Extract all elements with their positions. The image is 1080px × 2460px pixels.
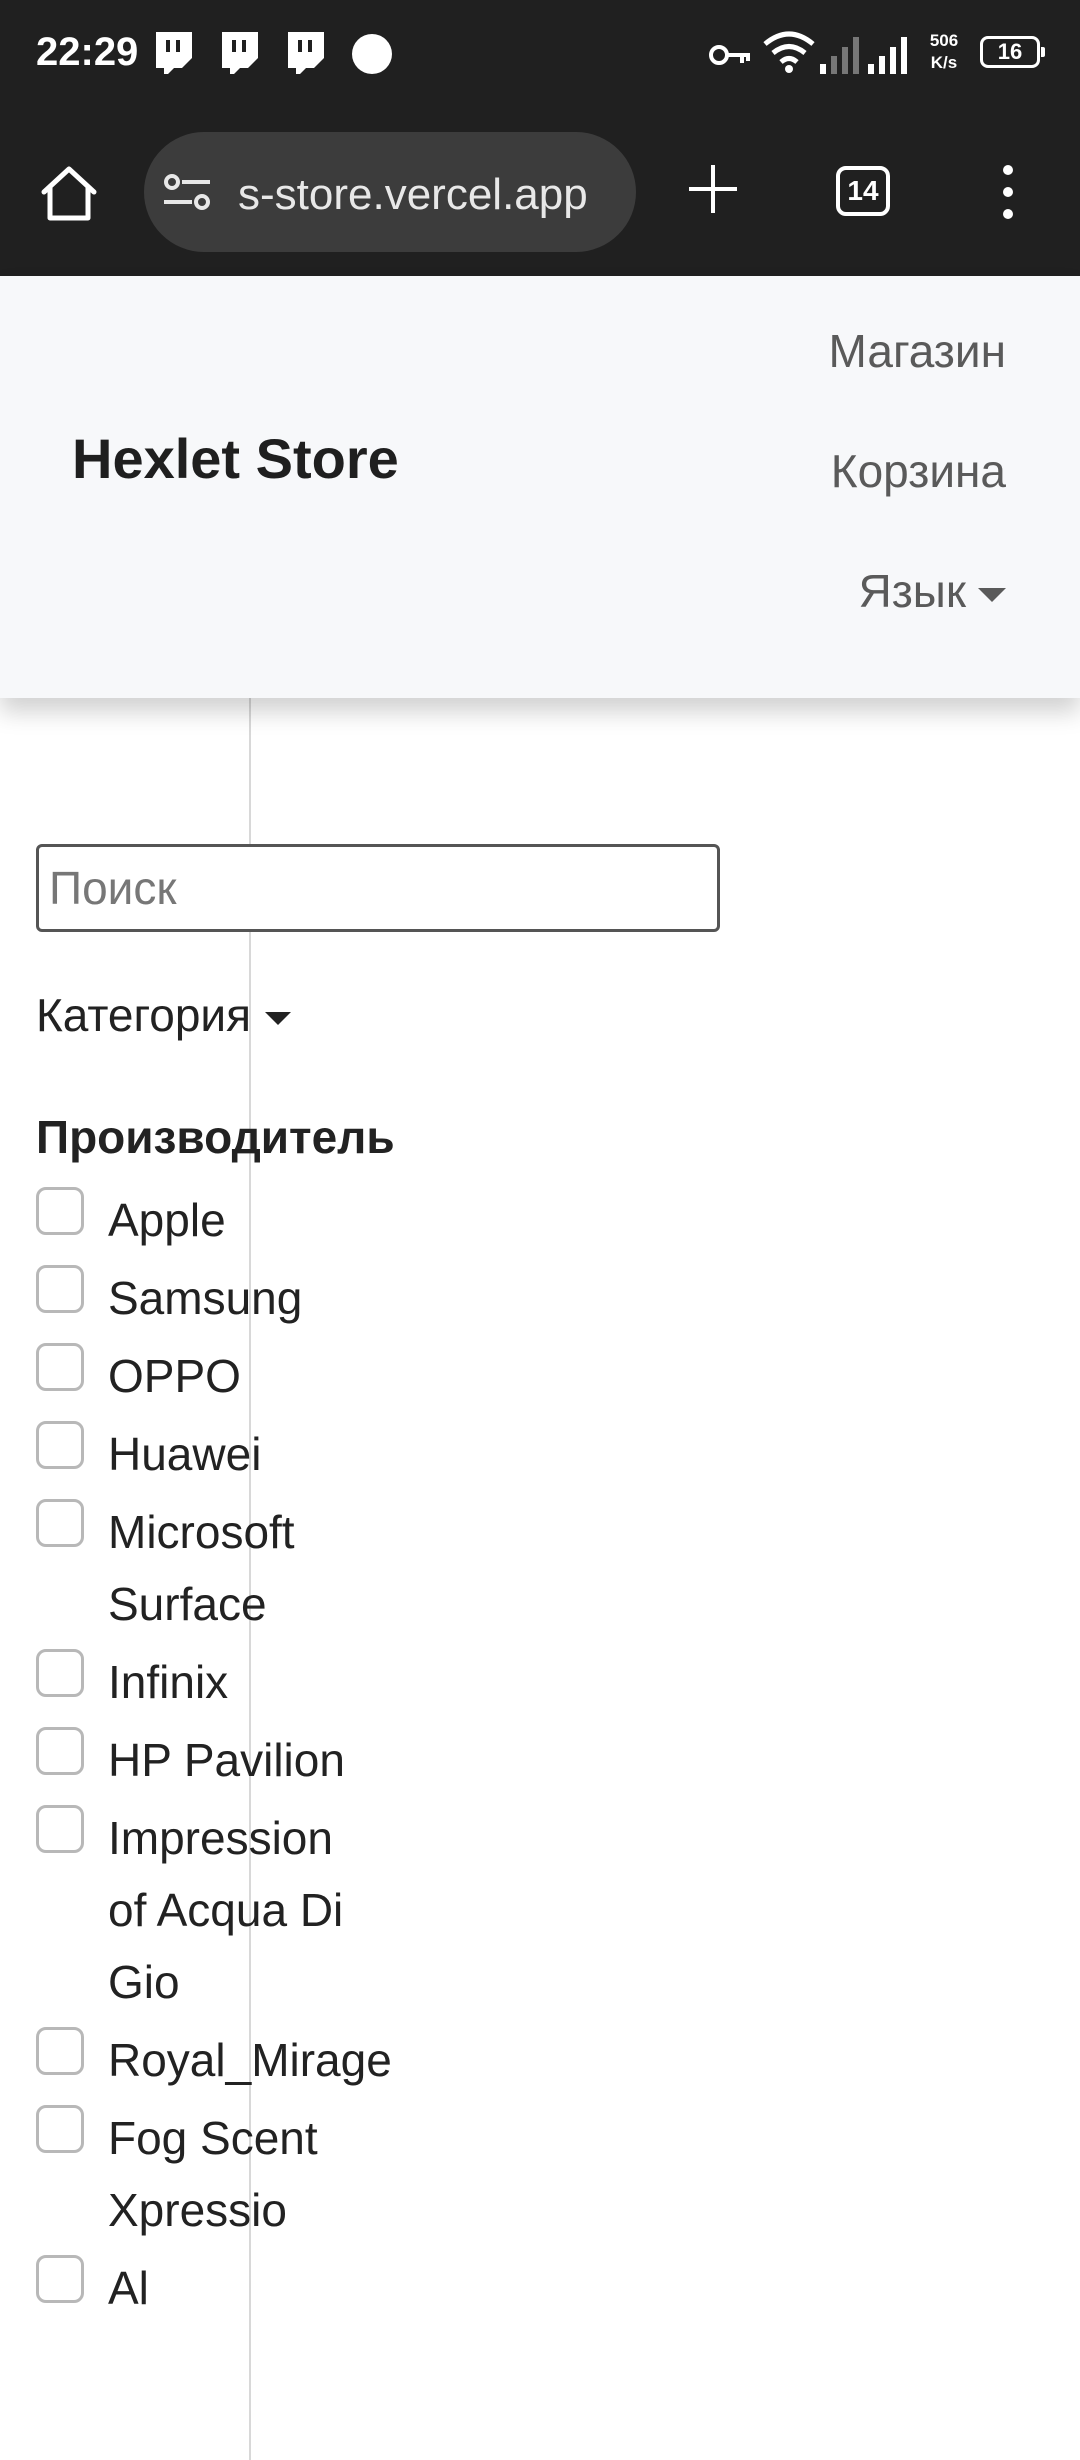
manufacturer-label[interactable]: Al <box>108 2252 368 2324</box>
nav-link-shop[interactable]: Магазин <box>829 324 1006 378</box>
language-dropdown[interactable]: Язык <box>858 564 1006 618</box>
manufacturer-label[interactable]: Royal_Mirage <box>108 2024 392 2096</box>
manufacturer-item-huawei[interactable]: Huawei <box>36 1418 436 1490</box>
browser-toolbar: s-store.vercel.app 14 <box>0 110 1080 276</box>
signal-strong-icon <box>868 37 907 74</box>
manufacturer-label[interactable]: Fog Scent Xpressio <box>108 2102 368 2246</box>
status-bar: 22:29 506 K/s 16 <box>0 0 1080 110</box>
address-bar[interactable]: s-store.vercel.app <box>144 132 636 252</box>
site-navbar: Hexlet Store Магазин Корзина Язык <box>0 276 1080 698</box>
brand-logo[interactable]: Hexlet Store <box>72 426 399 491</box>
home-icon[interactable] <box>38 162 100 224</box>
vpn-key-icon <box>709 45 750 65</box>
manufacturer-label[interactable]: Apple <box>108 1184 368 1256</box>
manufacturer-checkbox[interactable] <box>36 2027 84 2075</box>
category-dropdown[interactable]: Категория <box>36 988 292 1042</box>
manufacturer-checkbox[interactable] <box>36 1265 84 1313</box>
twitch-notification-icon <box>156 32 192 74</box>
manufacturer-item-royal-mirage[interactable]: Royal_Mirage <box>36 2024 436 2096</box>
twitch-notification-icon <box>222 32 258 74</box>
manufacturer-checkbox[interactable] <box>36 1649 84 1697</box>
manufacturer-checkbox[interactable] <box>36 1805 84 1853</box>
manufacturer-item-infinix[interactable]: Infinix <box>36 1646 436 1718</box>
manufacturer-checkbox[interactable] <box>36 1421 84 1469</box>
manufacturer-checkbox[interactable] <box>36 1499 84 1547</box>
manufacturer-checkbox[interactable] <box>36 2105 84 2153</box>
manufacturer-item-hp-pavilion[interactable]: HP Pavilion <box>36 1724 436 1796</box>
battery-icon: 16 <box>980 36 1045 68</box>
manufacturer-label[interactable]: Huawei <box>108 1418 368 1490</box>
network-speed-value: 506 <box>929 31 959 50</box>
manufacturer-item-al[interactable]: Al <box>36 2252 436 2324</box>
manufacturer-heading: Производитель <box>36 1111 395 1163</box>
category-dropdown-label: Категория <box>36 989 252 1041</box>
site-settings-icon[interactable] <box>162 170 212 216</box>
search-input[interactable] <box>36 844 720 932</box>
tab-switcher-button[interactable]: 14 <box>836 166 890 216</box>
manufacturer-checkbox[interactable] <box>36 2255 84 2303</box>
clock: 22:29 <box>36 30 139 74</box>
manufacturer-checkbox[interactable] <box>36 1187 84 1235</box>
manufacturer-item-fog-scent-xpressio[interactable]: Fog Scent Xpressio <box>36 2102 436 2246</box>
manufacturer-item-oppo[interactable]: OPPO <box>36 1340 436 1412</box>
manufacturer-label[interactable]: OPPO <box>108 1340 368 1412</box>
manufacturer-label[interactable]: HP Pavilion <box>108 1724 368 1796</box>
manufacturer-label[interactable]: Microsoft Surface <box>108 1496 368 1640</box>
notification-dot-icon <box>352 34 392 74</box>
manufacturer-item-impression-of-acqua-di-gio[interactable]: Impression of Acqua Di Gio <box>36 1802 436 2018</box>
manufacturer-item-apple[interactable]: Apple <box>36 1184 436 1256</box>
manufacturer-checkbox[interactable] <box>36 1343 84 1391</box>
language-dropdown-label: Язык <box>858 565 967 617</box>
network-speed-unit: K/s <box>930 53 958 72</box>
more-menu-icon[interactable] <box>996 162 1020 222</box>
nav-link-cart[interactable]: Корзина <box>831 444 1006 498</box>
url-text: s-store.vercel.app <box>238 170 588 219</box>
manufacturer-list: Apple Samsung OPPO Huawei Microsoft Surf… <box>36 1184 436 2330</box>
twitch-notification-icon <box>288 32 324 74</box>
manufacturer-checkbox[interactable] <box>36 1727 84 1775</box>
manufacturer-label[interactable]: Impression of Acqua Di Gio <box>108 1802 368 2018</box>
manufacturer-label[interactable]: Infinix <box>108 1646 368 1718</box>
manufacturer-item-microsoft-surface[interactable]: Microsoft Surface <box>36 1496 436 1640</box>
wifi-icon <box>763 31 815 73</box>
caret-down-icon <box>978 587 1006 602</box>
new-tab-icon[interactable] <box>686 162 740 216</box>
signal-weak-icon <box>820 37 859 74</box>
network-speed: 506 K/s <box>924 30 964 74</box>
caret-down-icon <box>265 1012 292 1026</box>
manufacturer-label[interactable]: Samsung <box>108 1262 368 1334</box>
manufacturer-item-samsung[interactable]: Samsung <box>36 1262 436 1334</box>
